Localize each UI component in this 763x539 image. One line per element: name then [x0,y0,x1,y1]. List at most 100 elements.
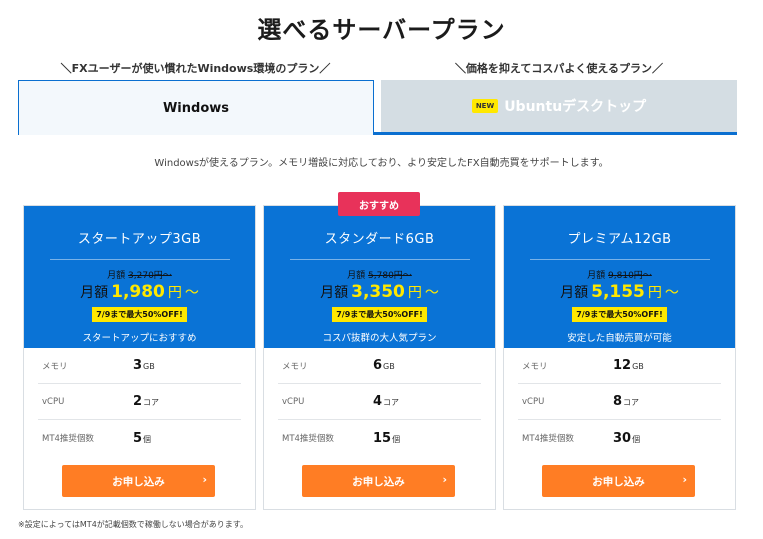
spec-number: 5 [133,430,143,446]
plan-card-header: スタンダード6GB 月額 5,780円〜 月額 3,350 円〜 7/9まで最大… [264,206,495,348]
spec-unit: 個 [632,434,641,444]
divider [49,259,230,260]
spec-value: 4コア [373,394,399,409]
price: 月額 3,350 円〜 [264,282,495,302]
spec-unit: 個 [143,434,152,444]
spec-label: vCPU [282,396,305,407]
spec-list: メモリ 3GB vCPU 2コア MT4推奨個数 5個 [24,348,255,456]
apply-button[interactable]: お申し込み › [62,465,215,497]
ubuntu-tab-caption: ＼価格を抑えてコスパよく使えるプラン／ [454,62,664,75]
spec-value: 30個 [613,431,640,446]
spec-number: 15 [373,430,392,446]
plan-name: スタートアップ3GB [77,232,202,247]
apply-button[interactable]: お申し込み › [542,465,695,497]
spec-row-mt4: MT4推奨個数 5個 [38,420,241,456]
plan-tagline: コスパ抜群の大人気プラン [322,333,437,344]
spec-unit: GB [383,362,395,371]
price-unit: 円 [407,285,422,301]
price-amount: 1,980 [111,282,165,302]
plan-card-standard: スタンダード6GB 月額 5,780円〜 月額 3,350 円〜 7/9まで最大… [263,205,496,510]
spec-label: MT4推奨個数 [42,434,94,444]
spec-value: 5個 [133,431,151,446]
spec-row-memory: メモリ 3GB [38,348,241,384]
spec-value: 6GB [373,358,395,373]
page-title: 選べるサーバープラン [257,16,506,44]
price-label: 月額 [320,285,349,301]
spec-row-mt4: MT4推奨個数 15個 [278,420,481,456]
spec-row-vcpu: vCPU 2コア [38,384,241,420]
apply-button[interactable]: お申し込み › [302,465,455,497]
old-price-value: 5,780円〜 [368,271,412,281]
spec-unit: コア [143,398,160,407]
spec-label: メモリ [282,361,308,372]
plan-card-header: スタートアップ3GB 月額 3,270円〜 月額 1,980 円〜 7/9まで最… [24,206,255,348]
price-amount: 5,155 [591,282,645,302]
price: 月額 5,155 円〜 [504,282,735,302]
spec-row-memory: メモリ 12GB [518,348,721,384]
tab-windows[interactable]: Windows [18,80,374,135]
spec-row-mt4: MT4推奨個数 30個 [518,420,721,456]
price-label: 月額 [80,285,109,301]
spec-number: 6 [373,358,383,373]
tab-windows-label: Windows [162,100,230,116]
spec-unit: GB [143,362,155,371]
spec-number: 8 [613,394,623,409]
discount-badge: 7/9まで最大50%OFF! [332,307,427,322]
spec-label: MT4推奨個数 [282,434,334,444]
discount-badge: 7/9まで最大50%OFF! [572,307,667,322]
spec-number: 2 [133,394,143,409]
price-tilde: 〜 [664,285,679,301]
plan-card-startup: スタートアップ3GB 月額 3,270円〜 月額 1,980 円〜 7/9まで最… [23,205,256,510]
divider [289,259,470,260]
spec-list: メモリ 12GB vCPU 8コア MT4推奨個数 30個 [504,348,735,456]
spec-unit: コア [623,398,640,407]
spec-label: vCPU [42,396,65,407]
spec-unit: 個 [392,434,401,444]
spec-label: vCPU [522,396,545,407]
spec-row-memory: メモリ 6GB [278,348,481,384]
tab-ubuntu[interactable]: NEW Ubuntuデスクトップ [381,80,737,132]
spec-list: メモリ 6GB vCPU 4コア MT4推奨個数 15個 [264,348,495,456]
chevron-right-icon: › [442,473,447,486]
spec-value: 3GB [133,358,155,373]
old-price-value: 3,270円〜 [128,271,172,281]
plan-tagline: 安定した自動売買が可能 [567,333,672,344]
old-price-label: 月額 [347,271,369,281]
spec-row-vcpu: vCPU 4コア [278,384,481,420]
spec-label: MT4推奨個数 [522,434,574,444]
new-badge: NEW [471,99,499,113]
spec-value: 15個 [373,431,400,446]
tab-ubuntu-label: Ubuntuデスクトップ [504,99,647,115]
apply-button-label: お申し込み [592,475,645,488]
spec-row-vcpu: vCPU 8コア [518,384,721,420]
spec-unit: コア [383,398,400,407]
spec-number: 12 [613,358,632,373]
plan-card-premium: プレミアム12GB 月額 9,810円〜 月額 5,155 円〜 7/9まで最大… [503,205,736,510]
spec-value: 8コア [613,394,639,409]
price-tilde: 〜 [424,285,439,301]
discount-badge: 7/9まで最大50%OFF! [92,307,187,322]
spec-number: 4 [373,394,383,409]
chevron-right-icon: › [202,473,207,486]
divider [529,259,710,260]
plan-tagline: スタートアップにおすすめ [82,333,197,344]
spec-unit: GB [632,362,644,371]
old-price-label: 月額 [587,271,609,281]
price-label: 月額 [560,285,589,301]
price-unit: 円 [647,285,662,301]
plan-description: Windowsが使えるプラン。メモリ増設に対応しており、より安定したFX自動売買… [154,158,609,169]
apply-button-label: お申し込み [112,475,165,488]
recommend-badge: おすすめ [338,192,420,216]
old-price: 月額 5,780円〜 [264,268,495,281]
old-price-label: 月額 [107,271,129,281]
plan-name: プレミアム12GB [567,232,672,247]
price-unit: 円 [167,285,182,301]
spec-label: メモリ [42,361,68,372]
old-price: 月額 3,270円〜 [24,268,255,281]
price-amount: 3,350 [351,282,405,302]
footnote: ※設定によってはMT4が記載個数で稼働しない場合があります。 [18,520,248,529]
spec-number: 30 [613,430,632,446]
chevron-right-icon: › [682,473,687,486]
plan-card-header: プレミアム12GB 月額 9,810円〜 月額 5,155 円〜 7/9まで最大… [504,206,735,348]
old-price: 月額 9,810円〜 [504,268,735,281]
